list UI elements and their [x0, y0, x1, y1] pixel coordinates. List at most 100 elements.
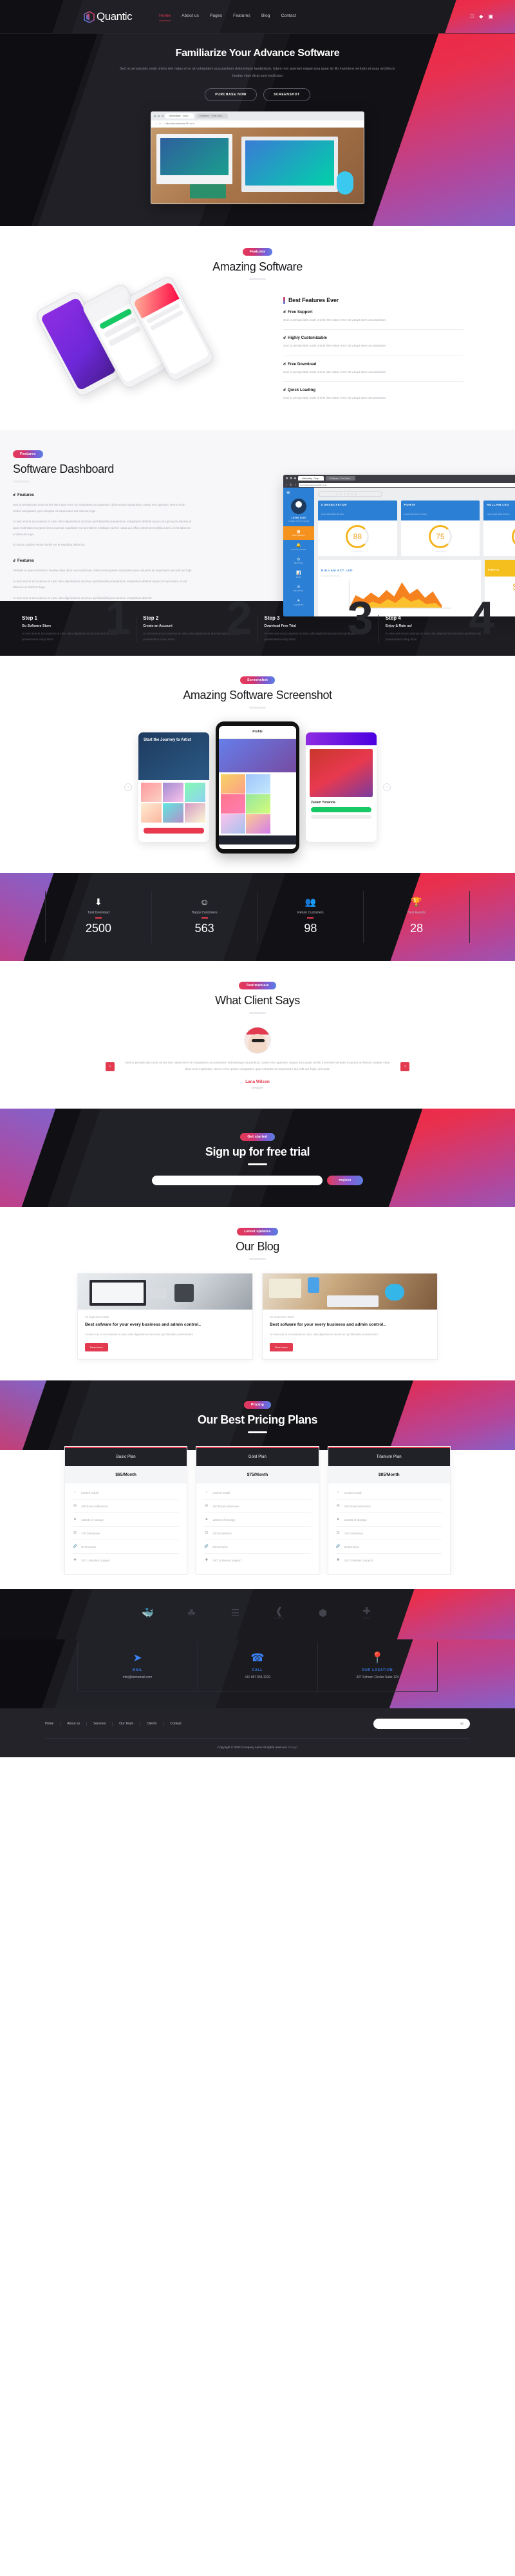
stat-card-ring: 75 [429, 525, 452, 549]
windows-icon[interactable]: ▣ [488, 14, 493, 19]
nav-item-about-us[interactable]: About us [182, 14, 199, 20]
pricing-card-titanium: Titanium Plan $85/Month › Limited Install… [327, 1446, 451, 1576]
screenshot-left[interactable]: Start the Journey to Artist [138, 732, 209, 843]
screenshot-button[interactable]: SCREENSHOT [263, 88, 310, 101]
link-icon: 🔗 [335, 1545, 341, 1549]
sidebar-item-label: FAVORITE [294, 604, 304, 606]
linux-icon[interactable]: ◆ [479, 14, 483, 19]
counter-label: Total Download [87, 910, 109, 915]
footer-link-contact[interactable]: Contact [164, 1722, 187, 1726]
pricing-feature: 🔗 60 Domains [204, 1540, 311, 1554]
envelope-icon[interactable]: ✉ [460, 1722, 464, 1726]
nav-item-home[interactable]: Home [159, 14, 171, 22]
sidebar-item-dashboard[interactable]: ▦ DASHBOARD [283, 526, 314, 540]
blog-post-1-date: 18 September 2018 [85, 1315, 109, 1319]
testimonial-prev-button[interactable]: ‹ [106, 1062, 115, 1071]
carousel-prev-button[interactable]: ‹ [124, 783, 132, 792]
browser-dot-1 [154, 115, 156, 117]
blog-post-1-read-more-button[interactable]: Read more [85, 1343, 108, 1352]
nav-item-features[interactable]: Features [233, 14, 250, 20]
nav-item-blog[interactable]: Blog [261, 14, 270, 20]
email-input[interactable] [152, 1175, 323, 1185]
smiley-icon: ☺ [200, 896, 209, 907]
dashboard-address-bar[interactable]: ‹ ↻ › http://www.awesomeURL.co.id [283, 482, 515, 488]
amazing-title: Amazing Software [212, 260, 303, 273]
dashboard-tab-active[interactable]: AlienValley - Grap... [298, 475, 324, 481]
reload-icon[interactable]: ↻ [290, 483, 292, 487]
blog-post-1[interactable]: 18 September 2018 Best sofware for your … [77, 1272, 253, 1360]
apple-icon[interactable]:  [470, 14, 474, 19]
browser-tab-active[interactable]: AlienValley - Grap... [165, 113, 194, 119]
dashboard-tab-inactive[interactable]: Evillemon - Free Gam... [326, 475, 355, 481]
footer-link-home[interactable]: Home [45, 1722, 61, 1726]
newsletter-input[interactable] [380, 1722, 460, 1726]
sidebar-item-notification[interactable]: 🔔 NOTIFICATION [283, 540, 314, 554]
pricing-feature: ➤ 125GB of Storage [73, 1513, 180, 1527]
footer-link-services[interactable]: Services [87, 1722, 113, 1726]
feature-item-quick-loading: ☌ Quick Loading Sed ut perspiciatis unde … [283, 382, 464, 408]
contact-label: MAIL [132, 1668, 143, 1673]
hamburger-icon[interactable]: ☰ [283, 491, 314, 495]
hero-buttons: PURCHASE NOW SCREENSHOT [45, 88, 470, 101]
blog-underline [249, 1257, 266, 1260]
brand-logo[interactable]: Quantic [84, 10, 133, 23]
forward-icon[interactable]: › [163, 122, 164, 125]
testimonial-next-button[interactable]: › [400, 1062, 409, 1071]
sidebar-item-favorite[interactable]: ★ FAVORITE [283, 595, 314, 609]
contact-location[interactable]: 📍 OUR LOCATION 427 Schoen Circles Suite … [318, 1642, 437, 1691]
eagle-icon: 🐳 [142, 1607, 154, 1619]
blog-post-2-excerpt: At vero eos et accusamus et iusto odio d… [270, 1332, 378, 1336]
screenshot-center[interactable]: Profile [216, 721, 299, 854]
nav-item-pages[interactable]: Pages [210, 14, 222, 20]
sidebar-item-label: DASHBOARD [292, 535, 305, 537]
contact-section: ➤ MAIL info@demomail.com ☎ CALL +91 987 … [0, 1639, 515, 1709]
browser-address-bar[interactable]: ‹ ↻ › http://www.awesomeURL.co.id [154, 121, 361, 126]
dashboard-copy: Features Software Dashboard ☌ Features S… [0, 446, 193, 601]
counter-value: 98 [304, 921, 317, 935]
stat-card-porta: PORTA Lorem Ipsum Dolor Sit Amet 75 lore… [400, 501, 480, 557]
purchase-now-button[interactable]: PURCHASE NOW [205, 88, 258, 101]
pricing-section: Pricing Our Best Pricing Plans Basic Pla… [0, 1380, 515, 1590]
footer-link-clients[interactable]: Clients [140, 1722, 164, 1726]
dashboard-block2-p2: At vero eos et accusamus et iusto odio d… [13, 579, 187, 589]
rocket-icon: ➤ [336, 1518, 340, 1522]
footer-link-about-us[interactable]: About us [61, 1722, 88, 1726]
page-root: Quantic Home About us Pages Features Blo… [0, 0, 515, 1758]
pricing-feature: ✚ 24/7 Unlimited Support [205, 1558, 241, 1563]
dashboard-block1-heading: ☌ Features [13, 493, 193, 497]
contact-mail[interactable]: ➤ MAIL info@demomail.com [78, 1642, 198, 1692]
step-1: 1 Step 1 Go Software Store At vero eos e… [15, 601, 137, 644]
nav-item-contact[interactable]: Contact [281, 14, 296, 20]
counter-label: Best Awards [407, 910, 426, 915]
feature-name: Quick Loading [288, 388, 316, 393]
reload-icon[interactable]: ↻ [159, 122, 161, 125]
pricing-badge: Pricing [243, 1401, 272, 1409]
sidebar-item-chat[interactable]: 📊 CHAT [283, 568, 314, 582]
hero-browser-mockup: AlienValley - Grap... Evillemon - Free G… [151, 111, 364, 204]
brand-bird-crest-logo: ☘ [181, 1603, 203, 1623]
contact-call[interactable]: ☎ CALL +91 987 654 3210 [198, 1642, 318, 1692]
dashboard-tab-bar: AlienValley - Grap... Evillemon - Free G… [283, 475, 515, 482]
forward-icon[interactable]: › [295, 483, 296, 487]
carousel-next-button[interactable]: › [383, 783, 391, 792]
brand-cross-logo: ✚ tech [356, 1603, 378, 1623]
sidebar-item-message[interactable]: ✉ MESSAGE [283, 582, 314, 596]
footer-link-our-team[interactable]: Our Team [113, 1722, 141, 1726]
blog-post-2[interactable]: 18 September 2018 Best sofware for your … [262, 1272, 438, 1360]
users-icon: 👥 [304, 896, 317, 907]
back-icon[interactable]: ‹ [156, 122, 157, 125]
dashboard-user-name: JOHN DOE [291, 517, 306, 520]
newsletter-box[interactable]: ✉ [373, 1719, 470, 1730]
screenshot-right[interactable]: Zaliam Yonanda [306, 732, 377, 843]
sidebar-item-setting[interactable]: ⚙ SETTING [283, 554, 314, 568]
footer-links: Home About us Services Our Team Clients … [45, 1722, 188, 1726]
pricing-feature: ✉ 250 Email Addresses [204, 1500, 311, 1514]
lifebuoy-icon: ✚ [205, 1558, 209, 1563]
counters-grid: ⬇ Total Download 2500 ☺ Happy Customers … [45, 890, 470, 943]
register-button[interactable]: Register [327, 1175, 363, 1185]
testimonial-body: ‹ Sed ut perspiciatis unde omnis iste na… [0, 1060, 515, 1073]
back-icon[interactable]: ‹ [286, 483, 287, 487]
browser-tab-inactive[interactable]: Evillemon - Free Gam... [195, 113, 228, 119]
blog-post-2-read-more-button[interactable]: Read more [270, 1343, 293, 1352]
dashboard-search-input[interactable]: S E A R C H ... [318, 491, 382, 497]
